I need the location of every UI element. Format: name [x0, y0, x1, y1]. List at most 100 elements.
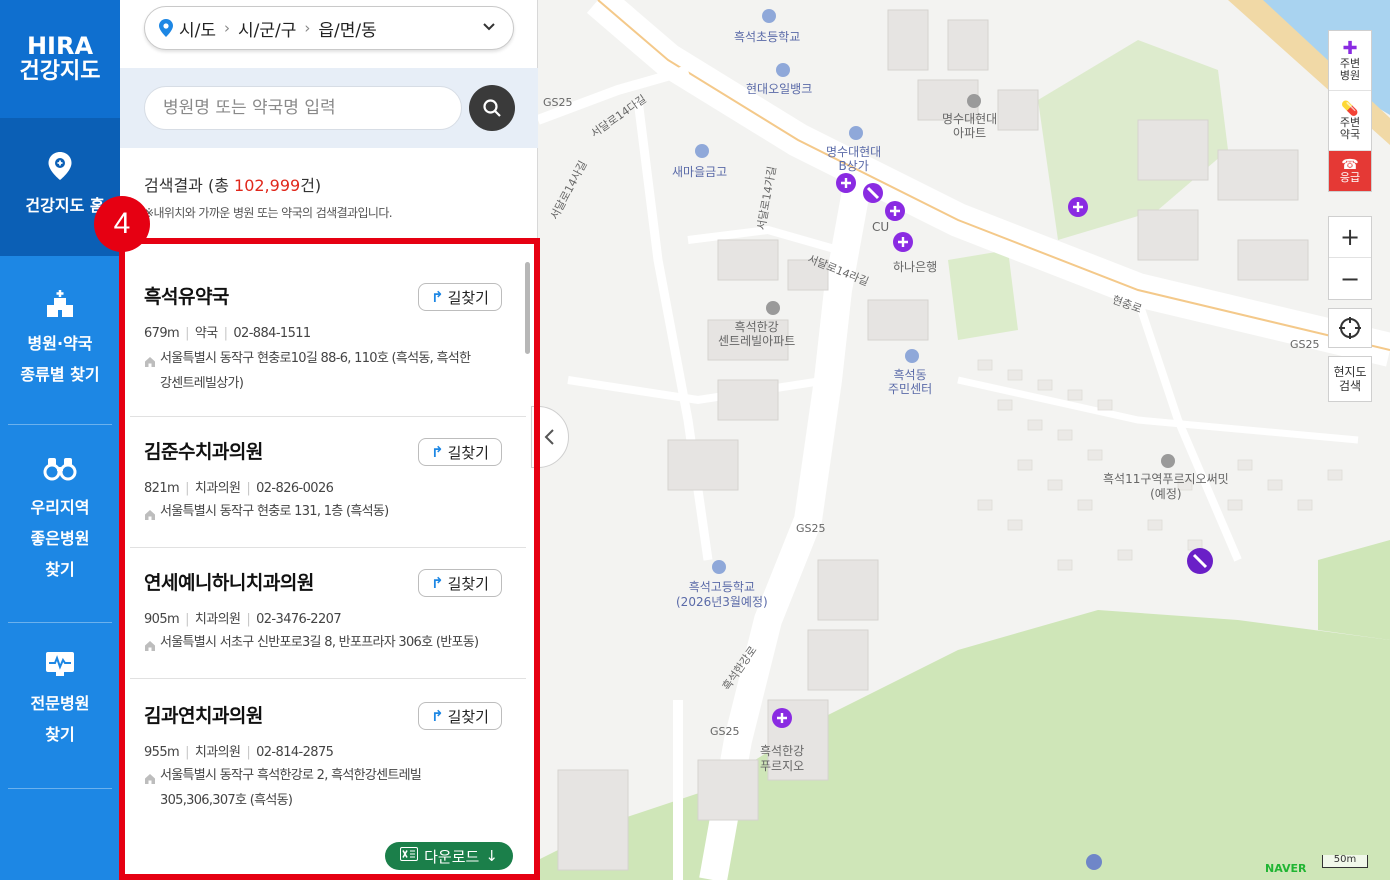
item-address-text: 서울특별시 동작구 현충로10길 88-6, 110호 (흑석동, 흑석한강센트…: [160, 351, 471, 391]
turn-right-arrow-icon: ↱: [431, 443, 444, 461]
location-pin-icon: [159, 19, 173, 37]
item-meta: 955m | 치과의원 | 02-814-2875: [144, 745, 334, 760]
chevron-right-icon: ›: [224, 19, 231, 37]
zoom-out-button[interactable]: −: [1329, 258, 1371, 299]
home-icon: [144, 636, 156, 661]
nav-label-specialty: 전문병원 찾기: [30, 694, 90, 744]
nearby-hospital-button[interactable]: ✚ 주변 병원: [1329, 31, 1371, 91]
arrow-down-icon: ↓: [485, 847, 498, 865]
item-type: 치과의원: [194, 612, 241, 627]
item-type: 치과의원: [194, 745, 241, 760]
pill-icon: 💊: [1341, 100, 1359, 117]
directions-label: 길찾기: [447, 288, 489, 307]
map-label-apartment: 명수대현대 아파트: [942, 112, 998, 140]
result-prefix: 검색결과 (총: [144, 176, 235, 195]
result-summary: 검색결과 (총 102,999건): [144, 172, 321, 196]
map-label-centreville: 흑석한강 센트레빌아파트: [718, 320, 796, 348]
logo-text-ko: 건강지도: [19, 59, 101, 84]
map-label-cu: CU: [872, 220, 890, 234]
map-scale: 50m: [1322, 855, 1368, 868]
emergency-phone-icon: ☎: [1341, 157, 1359, 173]
region-sido[interactable]: 시/도: [179, 16, 216, 41]
map-label-gs25: GS25: [543, 96, 573, 109]
monitor-heart-icon: [44, 646, 76, 682]
nav-item-good-hospital[interactable]: 우리지역 좋은병원 찾기: [0, 450, 120, 585]
map-label-highschool: 흑석고등학교 (2026년3월예정): [676, 580, 768, 609]
item-meta: 905m | 치과의원 | 02-3476-2207: [144, 612, 342, 627]
list-item[interactable]: 흑석유약국 ↱ 길찾기 679m | 약국 | 02-884-1511 서울특별시 동작구…: [130, 250, 526, 417]
item-type: 치과의원: [194, 481, 241, 496]
home-icon: [144, 352, 156, 396]
search-input[interactable]: [144, 86, 462, 130]
hospital-cross-icon: ✚: [1342, 37, 1358, 59]
nav-divider: [8, 424, 112, 425]
result-note: ※내위치와 가까운 병원 또는 약국의 검색결과입니다.: [144, 206, 393, 220]
my-location-button[interactable]: [1328, 308, 1372, 348]
nav-item-type-search[interactable]: 병원·약국 종류별 찾기: [0, 286, 120, 390]
map-pin-icon: [47, 148, 73, 184]
nearby-pharmacy-label: 주변 약국: [1339, 115, 1361, 141]
item-name[interactable]: 김과연치과의원: [144, 701, 263, 728]
emergency-label: 응급: [1339, 171, 1361, 184]
map-label-community: 흑석동 주민센터: [888, 368, 933, 396]
directions-button[interactable]: ↱ 길찾기: [418, 283, 502, 311]
item-name[interactable]: 김준수치과의원: [144, 437, 263, 464]
directions-label: 길찾기: [447, 574, 489, 593]
home-icon: [144, 769, 156, 813]
item-distance: 679m: [144, 326, 180, 341]
logo[interactable]: HIRA 건강지도: [0, 0, 120, 118]
nearby-pharmacy-button[interactable]: 💊 주변 약국: [1329, 91, 1371, 151]
region-sigungu[interactable]: 시/군/구: [238, 16, 296, 41]
search-panel: 시/도 › 시/군/구 › 읍/면/동 검색결과 (총 102,999건) ※내…: [120, 0, 538, 880]
directions-label: 길찾기: [447, 443, 489, 462]
list-item[interactable]: 연세예니하니치과의원 ↱ 길찾기 905m | 치과의원 | 02-3476-2207 서…: [130, 548, 526, 679]
item-phone: 02-814-2875: [256, 745, 334, 760]
map-label-oilbank: 현대오일뱅크: [746, 82, 813, 96]
item-address-text: 서울특별시 동작구 현충로 131, 1층 (흑석동): [160, 504, 389, 519]
map-label-gs25: GS25: [796, 522, 826, 535]
directions-button[interactable]: ↱ 길찾기: [418, 569, 502, 597]
zoom-in-button[interactable]: +: [1329, 217, 1371, 258]
result-list: 흑석유약국 ↱ 길찾기 679m | 약국 | 02-884-1511 서울특별시 동작구…: [130, 250, 526, 850]
region-selector[interactable]: 시/도 › 시/군/구 › 읍/면/동: [144, 6, 514, 50]
hospital-building-icon: [45, 286, 75, 322]
map-label-prugio: 흑석한강 푸르지오: [760, 744, 805, 773]
item-distance: 821m: [144, 481, 180, 496]
chevron-left-icon: [544, 429, 554, 445]
search-icon: [483, 99, 501, 117]
map-quick-controls: ✚ 주변 병원 💊 주변 약국 ☎ 응급: [1328, 30, 1372, 192]
item-address: 서울특별시 동작구 흑석한강로 2, 흑석한강센트레빌 305,306,307호…: [144, 763, 464, 813]
map-view[interactable]: 흑석초등학교 현대오일뱅크 새마을금고 명수대현대 B상가 명수대현대 아파트 …: [538, 0, 1390, 880]
item-phone: 02-884-1511: [233, 326, 311, 341]
item-distance: 955m: [144, 745, 180, 760]
step-badge: 4: [94, 196, 150, 252]
directions-button[interactable]: ↱ 길찾기: [418, 702, 502, 730]
chevron-down-icon[interactable]: [481, 18, 497, 39]
map-label-bank: 새마을금고: [672, 165, 728, 179]
nav-label-type-search: 병원·약국 종류별 찾기: [20, 334, 100, 384]
item-meta: 679m | 약국 | 02-884-1511: [144, 326, 311, 341]
current-map-search-button[interactable]: 현지도 검색: [1328, 356, 1372, 402]
list-item[interactable]: 김준수치과의원 ↱ 길찾기 821m | 치과의원 | 02-826-0026 서울특별시…: [130, 417, 526, 548]
item-address-text: 서울특별시 서초구 신반포로3길 8, 반포프라자 306호 (반포동): [160, 635, 479, 650]
item-name[interactable]: 흑석유약국: [144, 282, 229, 309]
download-button[interactable]: 다운로드 ↓: [385, 842, 513, 870]
result-count: 102,999: [234, 176, 301, 195]
search-button[interactable]: [469, 85, 515, 131]
region-emd[interactable]: 읍/면/동: [318, 16, 376, 41]
nav-label-good-hospital: 우리지역 좋은병원 찾기: [30, 498, 90, 579]
list-item[interactable]: 김과연치과의원 ↱ 길찾기 955m | 치과의원 | 02-814-2875 서울특별시…: [130, 679, 526, 850]
emergency-button[interactable]: ☎ 응급: [1329, 151, 1371, 191]
turn-right-arrow-icon: ↱: [431, 288, 444, 306]
map-label-shop: 명수대현대 B상가: [826, 145, 882, 173]
item-name[interactable]: 연세예니하니치과의원: [144, 568, 314, 595]
result-suffix: 건): [300, 176, 322, 195]
binoculars-icon: [43, 450, 77, 486]
nav-item-specialty[interactable]: 전문병원 찾기: [0, 646, 120, 750]
turn-right-arrow-icon: ↱: [431, 574, 444, 592]
directions-label: 길찾기: [447, 707, 489, 726]
item-address: 서울특별시 서초구 신반포로3길 8, 반포프라자 306호 (반포동): [144, 630, 514, 661]
list-scrollbar[interactable]: [525, 262, 530, 354]
directions-button[interactable]: ↱ 길찾기: [418, 438, 502, 466]
map-provider-logo: NAVER: [1265, 862, 1307, 875]
